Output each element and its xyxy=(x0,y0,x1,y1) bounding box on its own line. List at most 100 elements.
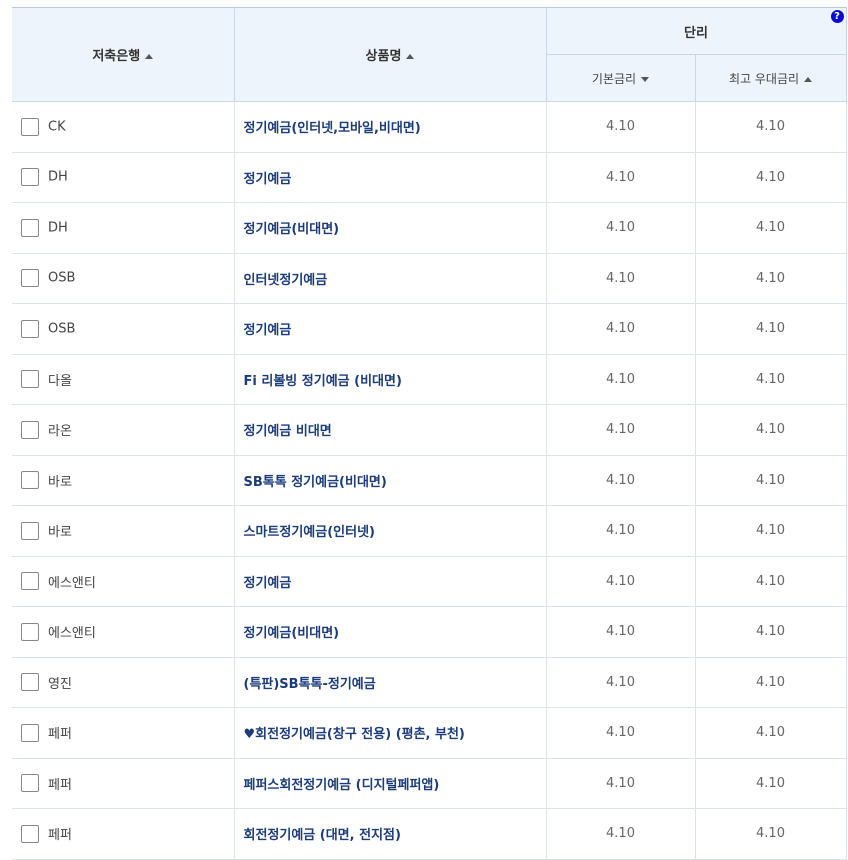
table-row: 페퍼 ♥회전정기예금(창구 전용) (평촌, 부천) 4.10 4.10 xyxy=(12,707,847,759)
row-checkbox[interactable] xyxy=(21,319,39,338)
row-checkbox[interactable] xyxy=(21,824,39,843)
cell-bank: 다올 xyxy=(12,354,235,405)
table-row: OSB 정기예금 4.10 4.10 xyxy=(12,303,847,355)
table-row: DH 정기예금(비대면) 4.10 4.10 xyxy=(12,202,847,254)
base-rate-value: 4.10 xyxy=(546,606,696,658)
row-checkbox[interactable] xyxy=(21,168,39,187)
col-group-label: 단리 xyxy=(684,25,708,41)
bank-name: 페퍼 xyxy=(48,727,72,743)
sort-down-icon[interactable] xyxy=(641,76,650,82)
product-link[interactable]: Fi 리볼빙 정기예금 (비대면) xyxy=(234,354,547,405)
bank-name: 다올 xyxy=(48,373,72,389)
row-checkbox[interactable] xyxy=(21,117,39,136)
sort-up-icon[interactable] xyxy=(145,54,154,59)
bank-name: OSB xyxy=(48,270,76,286)
base-rate-value: 4.10 xyxy=(546,101,696,153)
bank-name: 에스앤티 xyxy=(48,575,96,591)
base-rate-value: 4.10 xyxy=(546,202,696,254)
cell-bank: OSB xyxy=(12,303,235,355)
bank-name: DH xyxy=(48,220,68,236)
product-link[interactable]: 정기예금 xyxy=(234,303,547,355)
product-link[interactable]: 정기예금 비대면 xyxy=(234,404,547,456)
row-checkbox[interactable] xyxy=(21,622,39,641)
cell-bank: OSB xyxy=(12,253,235,304)
row-checkbox[interactable] xyxy=(21,521,39,540)
cell-bank: 라온 xyxy=(12,404,235,456)
product-link[interactable]: 스마트정기예금(인터넷) xyxy=(234,505,547,557)
table-row: 다올 Fi 리볼빙 정기예금 (비대면) 4.10 4.10 xyxy=(12,354,847,405)
product-link[interactable]: 정기예금(비대면) xyxy=(234,202,547,254)
table-row: DH 정기예금 4.10 4.10 xyxy=(12,152,847,203)
col-header-bank[interactable]: 저축은행 xyxy=(12,7,235,102)
row-checkbox[interactable] xyxy=(21,420,39,439)
max-rate-value: 4.10 xyxy=(695,505,847,557)
row-checkbox[interactable] xyxy=(21,723,39,742)
bank-name: CK xyxy=(48,119,66,135)
bank-name: 영진 xyxy=(48,676,72,692)
table-body: CK 정기예금(인터넷,모바일,비대면) 4.10 4.10 DH 정기예금 4.10 4.1… xyxy=(12,101,847,860)
product-link[interactable]: 정기예금 xyxy=(234,152,547,203)
cell-bank: CK xyxy=(12,101,235,153)
product-link[interactable]: SB톡톡 정기예금(비대면) xyxy=(234,455,547,506)
product-link[interactable]: 페퍼스회전정기예금 (디지털페퍼앱) xyxy=(234,758,547,809)
row-checkbox[interactable] xyxy=(21,370,39,389)
table-row: OSB 인터넷정기예금 4.10 4.10 xyxy=(12,253,847,304)
product-link[interactable]: 정기예금 xyxy=(234,556,547,607)
col-group-simple-interest: 단리 ? xyxy=(546,7,847,55)
table-row: 바로 SB톡톡 정기예금(비대면) 4.10 4.10 xyxy=(12,455,847,506)
base-rate-value: 4.10 xyxy=(546,808,696,860)
max-rate-value: 4.10 xyxy=(695,606,847,658)
row-checkbox[interactable] xyxy=(21,218,39,237)
table-header: 저축은행 상품명 단리 ? 기본금리 최고 우대금리 xyxy=(12,7,847,102)
max-rate-value: 4.10 xyxy=(695,202,847,254)
bank-name: 페퍼 xyxy=(48,777,72,793)
cell-bank: 바로 xyxy=(12,505,235,557)
base-rate-value: 4.10 xyxy=(546,505,696,557)
max-rate-value: 4.10 xyxy=(695,152,847,203)
table-row: 페퍼 페퍼스회전정기예금 (디지털페퍼앱) 4.10 4.10 xyxy=(12,758,847,809)
sort-up-icon[interactable] xyxy=(804,76,813,82)
col-header-base-rate-label: 기본금리 xyxy=(591,71,637,86)
row-checkbox[interactable] xyxy=(21,471,39,490)
row-checkbox[interactable] xyxy=(21,774,39,793)
product-link[interactable]: 정기예금(비대면) xyxy=(234,606,547,658)
row-checkbox[interactable] xyxy=(21,572,39,591)
table-row: 바로 스마트정기예금(인터넷) 4.10 4.10 xyxy=(12,505,847,557)
savings-rate-table-page: 저축은행 상품명 단리 ? 기본금리 최고 우대금리 CK정기예금(인터넷,모 xyxy=(0,0,848,860)
bank-name: 에스앤티 xyxy=(48,626,96,642)
col-header-bank-label: 저축은행 xyxy=(92,49,141,64)
col-header-max-rate[interactable]: 최고 우대금리 xyxy=(695,54,847,102)
max-rate-value: 4.10 xyxy=(695,556,847,607)
cell-bank: 에스앤티 xyxy=(12,556,235,607)
col-header-product[interactable]: 상품명 xyxy=(234,7,547,102)
cell-bank: 영진 xyxy=(12,657,235,708)
cell-bank: DH xyxy=(12,202,235,254)
base-rate-value: 4.10 xyxy=(546,253,696,304)
base-rate-value: 4.10 xyxy=(546,657,696,708)
row-checkbox[interactable] xyxy=(21,673,39,692)
base-rate-value: 4.10 xyxy=(546,707,696,759)
base-rate-value: 4.10 xyxy=(546,303,696,355)
product-link[interactable]: 인터넷정기예금 xyxy=(234,253,547,304)
max-rate-value: 4.10 xyxy=(695,808,847,860)
cell-bank: 페퍼 xyxy=(12,808,235,860)
max-rate-value: 4.10 xyxy=(695,455,847,506)
col-header-base-rate[interactable]: 기본금리 xyxy=(546,54,696,102)
table-row: 라온 정기예금 비대면 4.10 4.10 xyxy=(12,404,847,456)
product-link[interactable]: 회전정기예금 (대면, 전지점) xyxy=(234,808,547,860)
col-header-product-label: 상품명 xyxy=(365,49,402,64)
deposit-rate-table: 저축은행 상품명 단리 ? 기본금리 최고 우대금리 CK정기예금(인터넷,모 xyxy=(12,7,847,860)
table-row: 페퍼 회전정기예금 (대면, 전지점) 4.10 4.10 xyxy=(12,808,847,860)
col-header-max-rate-label: 최고 우대금리 xyxy=(728,71,800,86)
table-row: CK 정기예금(인터넷,모바일,비대면) 4.10 4.10 xyxy=(12,101,847,153)
bank-name: OSB xyxy=(48,321,76,337)
product-link[interactable]: ♥회전정기예금(창구 전용) (평촌, 부천) xyxy=(234,707,547,759)
max-rate-value: 4.10 xyxy=(695,404,847,456)
sort-up-icon[interactable] xyxy=(406,54,415,59)
product-link[interactable]: (특판)SB톡톡-정기예금 xyxy=(234,657,547,708)
row-checkbox[interactable] xyxy=(21,269,39,288)
product-link[interactable]: 정기예금(인터넷,모바일,비대면) xyxy=(234,101,547,153)
table-row: 영진 (특판)SB톡톡-정기예금 4.10 4.10 xyxy=(12,657,847,708)
max-rate-value: 4.10 xyxy=(695,101,847,153)
help-icon[interactable]: ? xyxy=(830,10,844,23)
